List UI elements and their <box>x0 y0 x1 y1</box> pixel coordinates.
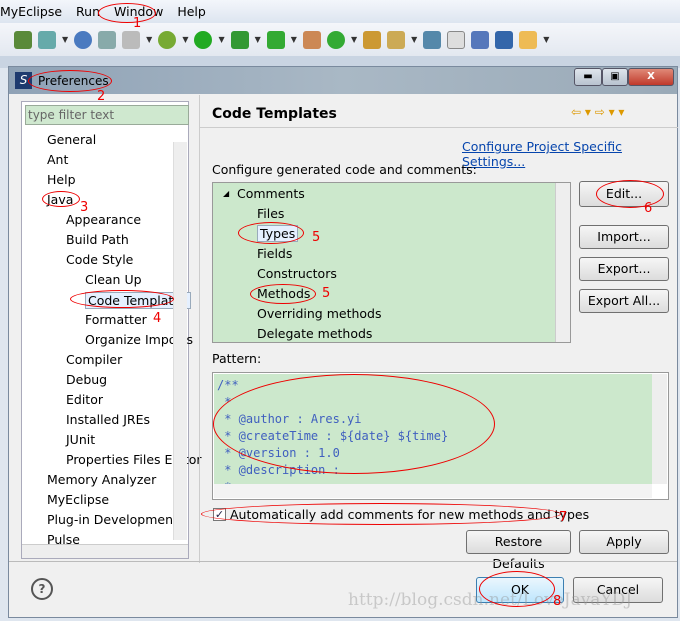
menu-help[interactable]: Help <box>177 4 206 19</box>
back-arrow-icon[interactable] <box>519 30 538 49</box>
annotation-number: 7 <box>559 510 568 525</box>
export-button[interactable]: Export... <box>579 257 669 281</box>
pattern-vscroll[interactable] <box>652 374 667 484</box>
template-label: Overriding methods <box>257 306 382 321</box>
annotation-number: 6 <box>644 201 653 216</box>
close-icon[interactable]: X <box>628 68 674 86</box>
deploy-icon[interactable] <box>38 30 56 49</box>
import-button[interactable]: Import... <box>579 225 669 249</box>
debug-bug-icon[interactable] <box>158 30 177 49</box>
help-icon[interactable]: ? <box>31 578 53 600</box>
pattern-label: Pattern: <box>212 351 262 366</box>
globe-icon[interactable] <box>74 30 93 49</box>
template-label: Files <box>257 206 285 221</box>
new-class-icon[interactable] <box>326 30 345 49</box>
template-item[interactable]: Overriding methods <box>257 306 381 321</box>
template-item[interactable]: Files <box>257 206 284 221</box>
annotation-ellipse <box>70 290 174 308</box>
tree-item[interactable]: Build Path <box>66 232 129 247</box>
template-label: Comments <box>237 186 305 201</box>
tree-item[interactable]: General <box>47 132 96 147</box>
apply-button[interactable]: Apply <box>579 530 669 554</box>
export-all-button[interactable]: Export All... <box>579 289 669 313</box>
tree-item[interactable]: Ant <box>47 152 68 167</box>
annotation-number: 3 <box>80 200 89 215</box>
tree-item[interactable]: Code Style <box>66 252 133 267</box>
annotation-number: 8 <box>553 594 562 609</box>
toolbar: ▼ ▼ ▼ ▼ ▼ ▼ ▼ ▼ ▼ <box>0 23 680 56</box>
tree-item[interactable]: Help <box>47 172 76 187</box>
template-item[interactable]: Delegate methods <box>257 326 372 341</box>
expand-triangle-icon[interactable]: ◢ <box>223 189 229 198</box>
highlight-icon[interactable] <box>447 30 466 49</box>
annotation-ellipse <box>596 180 664 208</box>
template-label: Fields <box>257 246 293 261</box>
external-tools-icon[interactable] <box>266 30 285 49</box>
preferences-dialog: S Preferences ▬ ▣ X type filter text Gen… <box>8 66 678 618</box>
template-label: Constructors <box>257 266 337 281</box>
new-package-icon[interactable] <box>302 30 321 49</box>
annotation-number: 5 <box>322 286 331 301</box>
annotation-ellipse <box>42 191 80 207</box>
search-icon[interactable] <box>387 30 406 49</box>
tree-item[interactable]: MyEclipse <box>47 492 109 507</box>
back-nav-icon[interactable]: ⇦ ▾ ⇨ ▾ ▾ <box>571 105 624 119</box>
preferences-tree-panel: type filter text General Ant Help Java Appea… <box>21 101 202 559</box>
tree-horizontal-scrollbar[interactable] <box>22 544 188 558</box>
maximize-icon[interactable]: ▣ <box>602 68 628 86</box>
restore-defaults-button[interactable]: Restore Defaults <box>466 530 571 571</box>
run-icon[interactable] <box>194 30 213 49</box>
filter-input[interactable]: type filter text <box>25 105 189 125</box>
templates-tree: ◢ Comments Files Types Fields Constructors Me… <box>212 182 571 343</box>
tree-item[interactable]: Plug-in Development <box>47 512 178 527</box>
disabled-icon <box>122 30 141 49</box>
tree-item[interactable]: Appearance <box>66 212 141 227</box>
annotation-ellipse <box>479 571 555 607</box>
annotation-number: 2 <box>97 89 106 104</box>
minimize-icon[interactable]: ▬ <box>574 68 602 86</box>
tree-item[interactable]: Formatter <box>85 312 147 327</box>
template-item[interactable]: ◢ Comments <box>223 186 305 201</box>
menu-run[interactable]: Run <box>76 4 100 19</box>
annotation-ellipse <box>238 222 304 244</box>
project-settings-link[interactable]: Configure Project Specific Settings... <box>462 139 677 169</box>
configure-label: Configure generated code and comments: <box>212 162 477 177</box>
page-title: Code Templates <box>212 106 337 122</box>
templates-scrollbar[interactable] <box>555 183 570 342</box>
menu-myeclipse[interactable]: MyEclipse <box>0 4 62 19</box>
annotation-ellipse <box>250 284 316 304</box>
whitespace-icon[interactable] <box>495 30 514 49</box>
new-server-icon[interactable] <box>14 30 32 49</box>
pattern-hscroll[interactable] <box>214 484 652 498</box>
annotation-number: 1 <box>133 16 142 31</box>
open-type-icon[interactable] <box>363 30 382 49</box>
template-label: Delegate methods <box>257 326 373 341</box>
toggle-icon[interactable] <box>423 30 442 49</box>
tree-item[interactable]: Compiler <box>66 352 122 367</box>
run-config-icon[interactable] <box>230 30 249 49</box>
template-item[interactable]: Fields <box>257 246 292 261</box>
tree-item[interactable]: Clean Up <box>85 272 142 287</box>
tree-item[interactable]: Memory Analyzer <box>47 472 156 487</box>
tree-vertical-scrollbar[interactable] <box>173 142 187 540</box>
report-icon[interactable] <box>98 30 117 49</box>
tree-item[interactable]: JUnit <box>66 432 95 447</box>
annotation-ellipse <box>201 503 561 525</box>
tree-item[interactable]: Editor <box>66 392 103 407</box>
tree-item[interactable]: Debug <box>66 372 107 387</box>
block-select-icon[interactable] <box>471 30 490 49</box>
annotation-ellipse <box>98 3 156 23</box>
tree-item[interactable]: Installed JREs <box>66 412 150 427</box>
annotation-number: 5 <box>312 230 321 245</box>
annotation-number: 4 <box>153 311 162 326</box>
annotation-ellipse <box>213 374 495 474</box>
template-item[interactable]: Constructors <box>257 266 337 281</box>
